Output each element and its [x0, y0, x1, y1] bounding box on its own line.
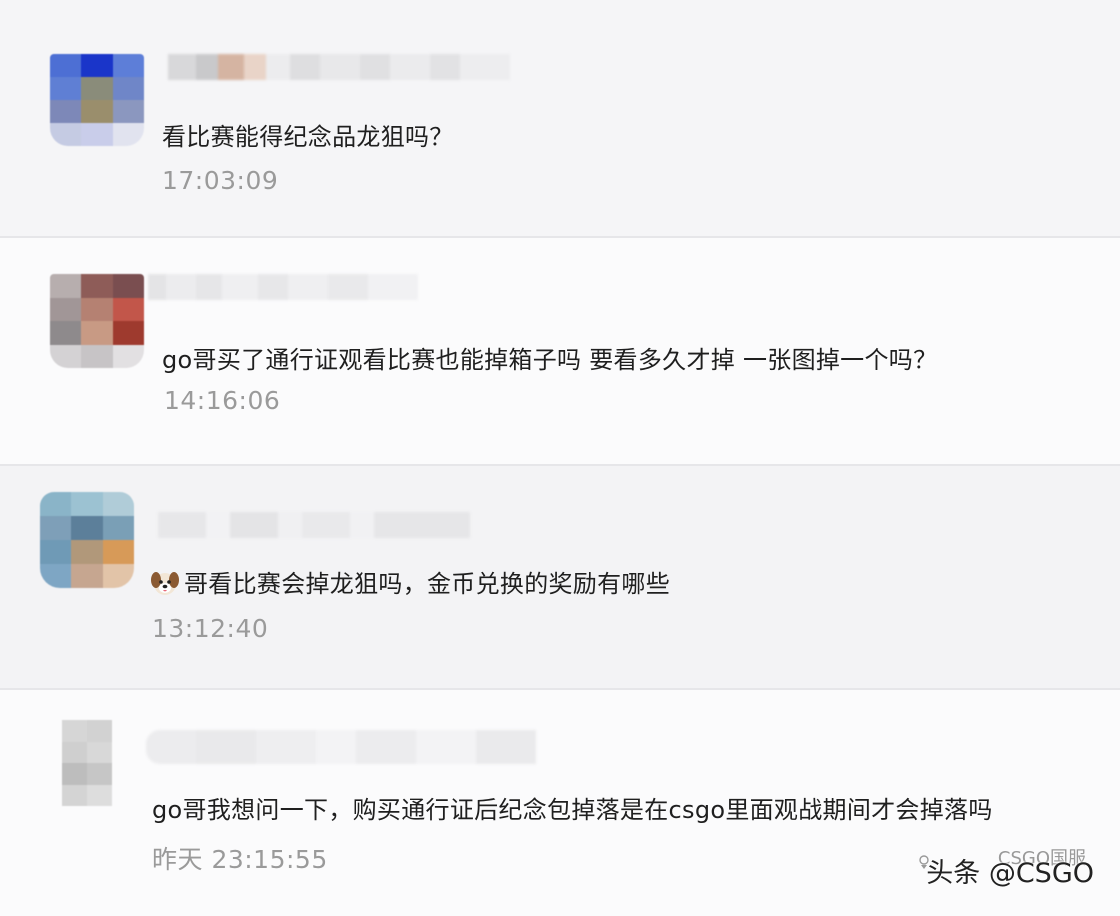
comment-timestamp: 17:03:09 — [162, 166, 279, 195]
comment-card: 看比赛能得纪念品龙狙吗？ 17:03:09 — [0, 0, 1120, 236]
comment-message: go哥买了通行证观看比赛也能掉箱子吗 要看多久才掉 一张图掉一个吗？ — [162, 346, 938, 374]
avatar[interactable] — [62, 720, 112, 806]
comment-message: go哥我想问一下，购买通行证后纪念包掉落是在csgo里面观战期间才会掉落吗 — [152, 796, 993, 824]
username-blurred — [148, 274, 418, 300]
comment-timestamp: 13:12:40 — [152, 614, 269, 643]
avatar[interactable] — [50, 274, 144, 368]
comment-timestamp: 昨天 23:15:55 — [152, 845, 328, 874]
watermark: 头条 @CSGO — [926, 858, 1094, 889]
comment-message-text: 哥看比赛会掉龙狙吗，金币兑换的奖励有哪些 — [184, 570, 670, 598]
comment-message: 看比赛能得纪念品龙狙吗？ — [162, 123, 454, 151]
avatar[interactable] — [50, 54, 144, 146]
username-blurred — [158, 512, 470, 538]
username-blurred — [168, 54, 510, 80]
username-blurred — [146, 730, 536, 764]
comment-card: go哥买了通行证观看比赛也能掉箱子吗 要看多久才掉 一张图掉一个吗？ 14:16… — [0, 238, 1120, 464]
comment-card: 哥看比赛会掉龙狙吗，金币兑换的奖励有哪些 13:12:40 — [0, 466, 1120, 688]
comment-message: 哥看比赛会掉龙狙吗，金币兑换的奖励有哪些 — [150, 564, 670, 599]
comment-timestamp: 14:16:06 — [164, 386, 281, 415]
avatar[interactable] — [40, 492, 134, 588]
dog-face-icon — [151, 572, 179, 595]
